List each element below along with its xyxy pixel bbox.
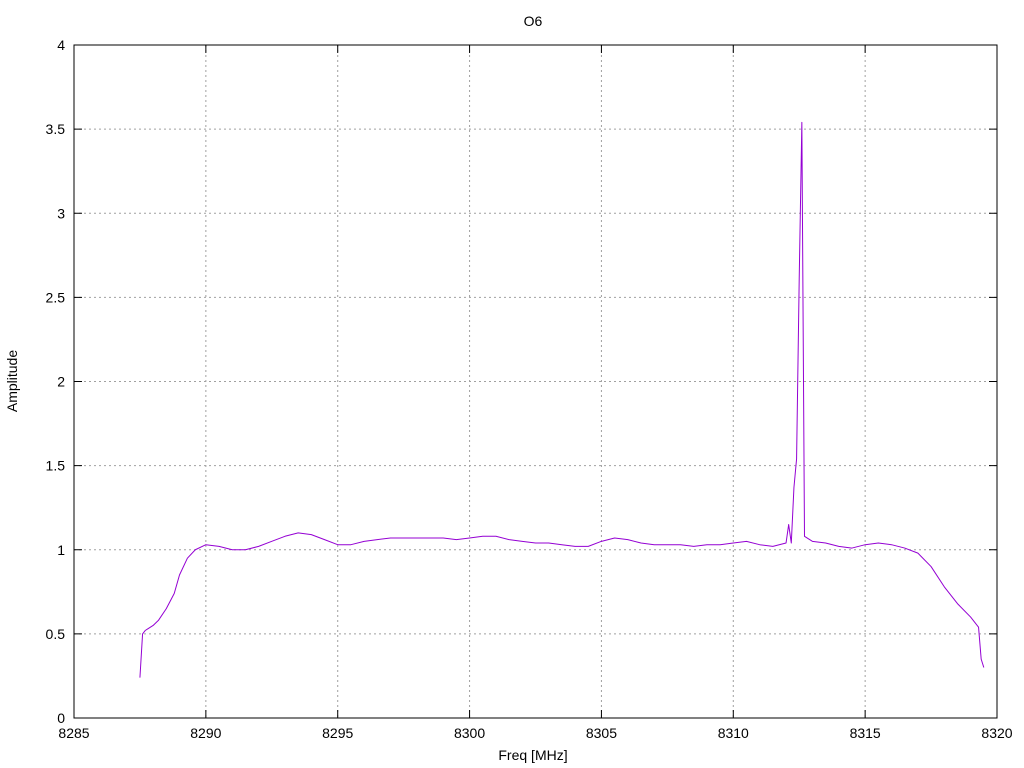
y-tick-label: 2 (57, 374, 65, 390)
y-tick-label: 4 (57, 37, 65, 53)
y-tick-label: 1 (57, 542, 65, 558)
grid (74, 45, 997, 718)
y-tick-label: 0.5 (46, 626, 66, 642)
series-line (139, 121, 985, 678)
axis-ticks: 8285 8290 8295 8300 8305 8310 8315 8320 0 0.5 1 1.5… (46, 37, 1013, 741)
x-tick-label: 8310 (718, 725, 749, 741)
x-tick-label: 8295 (322, 725, 353, 741)
y-tick-label: 3.5 (46, 121, 66, 137)
x-tick-label: 8290 (190, 725, 221, 741)
x-tick-label: 8305 (586, 725, 617, 741)
x-tick-label: 8315 (850, 725, 881, 741)
y-tick-label: 3 (57, 205, 65, 221)
y-tick-label: 1.5 (46, 458, 66, 474)
x-tick-label: 8285 (58, 725, 89, 741)
y-tick-label: 2.5 (46, 289, 66, 305)
x-tick-label: 8320 (981, 725, 1012, 741)
y-tick-label: 0 (57, 710, 65, 726)
chart-title: O6 (524, 13, 543, 29)
series-group (139, 121, 985, 678)
line-chart: 8285 8290 8295 8300 8305 8310 8315 8320 0 0.5 1 1.5… (4, 13, 1013, 763)
x-axis-label: Freq [MHz] (498, 747, 567, 763)
y-axis-label: Amplitude (4, 350, 20, 412)
chart-container: 8285 8290 8295 8300 8305 8310 8315 8320 0 0.5 1 1.5… (0, 0, 1024, 768)
x-tick-label: 8300 (454, 725, 485, 741)
